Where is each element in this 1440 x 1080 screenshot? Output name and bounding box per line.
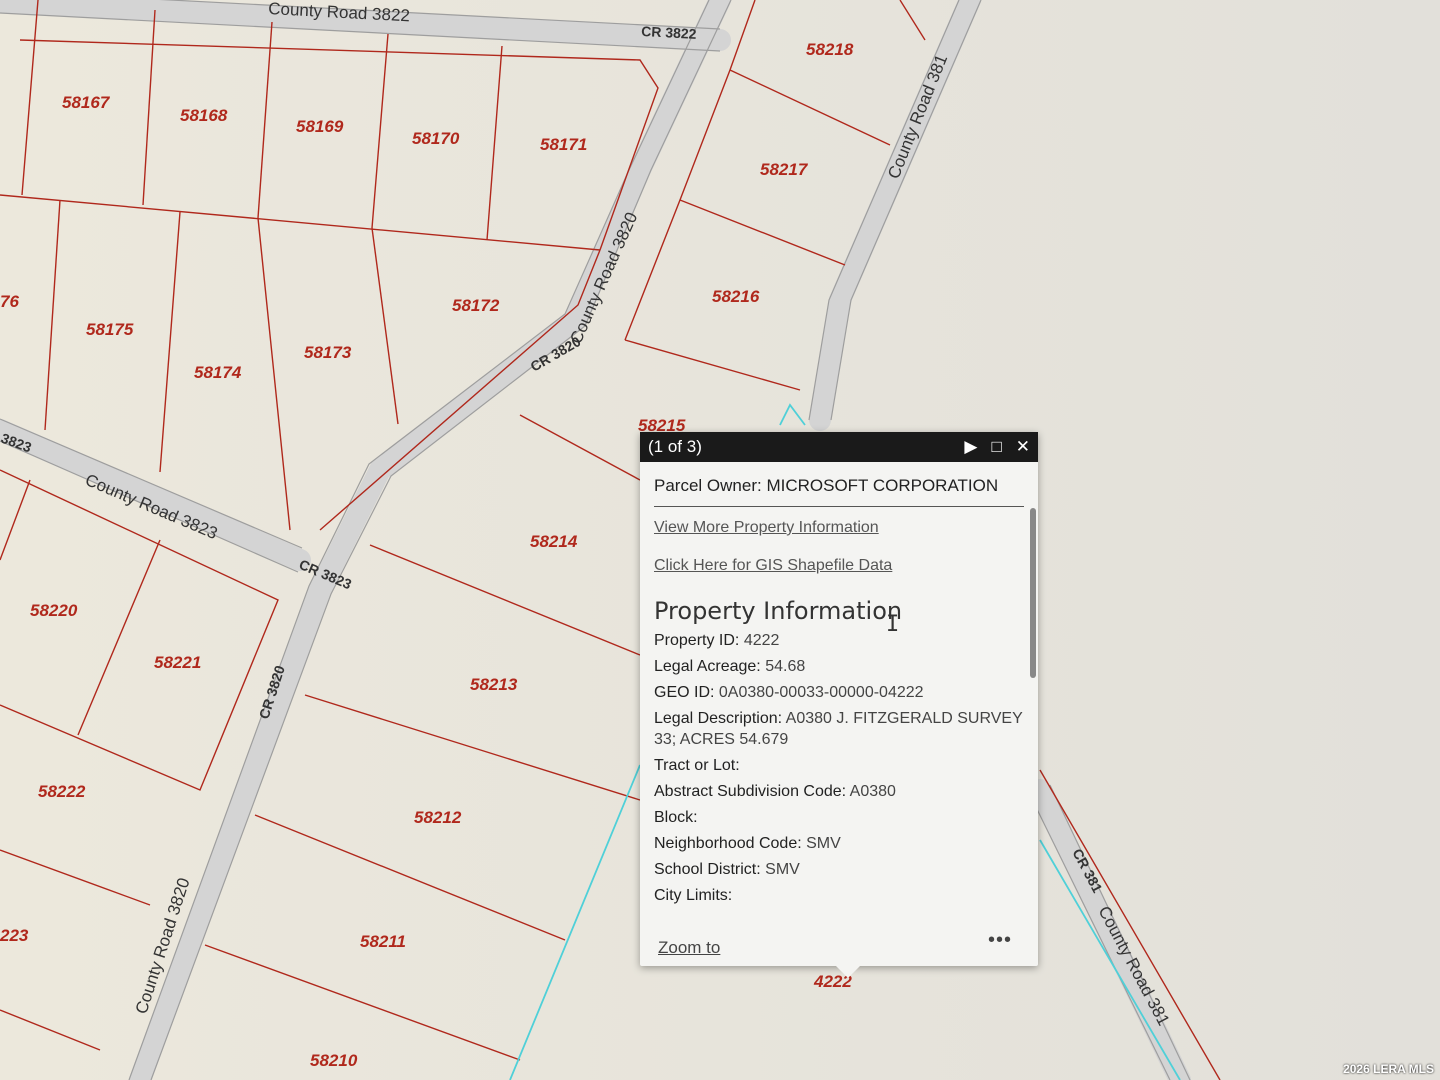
property-info-title: Property Information (654, 597, 903, 625)
popup-body[interactable]: Parcel Owner: MICROSOFT CORPORATION View… (640, 462, 1038, 956)
parcel-label: 76 (0, 292, 19, 311)
info-key: Legal Description: (654, 710, 783, 727)
info-row-block: Block: (654, 807, 1024, 828)
info-key: Property ID: (654, 632, 740, 649)
info-value: 54.68 (765, 658, 806, 675)
zoom-to-link[interactable]: Zoom to (658, 938, 720, 958)
info-key: GEO ID: (654, 684, 715, 701)
parcel-label: 58172 (452, 296, 500, 315)
close-icon[interactable]: ✕ (1016, 437, 1030, 457)
info-row-abstract-subdivision: Abstract Subdivision Code: A0380 (654, 781, 1024, 802)
parcel-label: 58174 (194, 363, 242, 382)
popup-scrollbar[interactable] (1030, 508, 1036, 678)
info-row-neighborhood-code: Neighborhood Code: SMV (654, 833, 1024, 854)
info-key: City Limits: (654, 887, 733, 904)
parcel-label: 58211 (360, 932, 406, 951)
popup-feature-count: (1 of 3) (648, 437, 702, 456)
info-key: School District: (654, 861, 761, 878)
parcel-label: 58175 (86, 320, 134, 339)
parcel-label: 58168 (180, 106, 228, 125)
gis-shapefile-link[interactable]: Click Here for GIS Shapefile Data (654, 557, 1024, 575)
view-more-property-link[interactable]: View More Property Information (654, 519, 1024, 537)
parcel-info-popup: (1 of 3) ▶ □ ✕ Parcel Owner: MICROSOFT C… (640, 432, 1038, 978)
parcel-label: 58173 (304, 343, 352, 362)
parcel-label: 58169 (296, 117, 344, 136)
maximize-icon[interactable]: □ (991, 437, 1001, 457)
parcel-label: 58213 (470, 675, 518, 694)
info-row-geo-id: GEO ID: 0A0380-00033-00000-04222 (654, 682, 1024, 703)
parcel-label: 58218 (806, 40, 854, 59)
parcel-label: 58171 (540, 135, 587, 154)
parcel-label: 58222 (38, 782, 86, 801)
property-info-list: Property ID: 4222 Legal Acreage: 54.68 G… (654, 630, 1024, 906)
parcel-label: 58216 (712, 287, 760, 306)
parcel-label: 58221 (154, 653, 201, 672)
info-row-legal-description: Legal Description: A0380 J. FITZGERALD S… (654, 708, 1024, 750)
parcel-label: 58167 (62, 93, 111, 112)
info-row-legal-acreage: Legal Acreage: 54.68 (654, 656, 1024, 677)
info-value: SMV (806, 835, 841, 852)
parcel-label: 58220 (30, 601, 78, 620)
info-key: Abstract Subdivision Code: (654, 783, 847, 800)
owner-label: Parcel Owner: (654, 476, 762, 495)
parcel-label: 58214 (530, 532, 578, 551)
info-value: 4222 (743, 632, 780, 649)
info-key: Block: (654, 809, 698, 826)
parcel-label: 223 (0, 926, 29, 945)
parcel-label: 58170 (412, 129, 460, 148)
info-key: Tract or Lot: (654, 757, 740, 774)
parcel-label: 58210 (310, 1051, 358, 1070)
road-label: CR 3822 (641, 23, 697, 42)
text-cursor-icon: I (886, 612, 900, 637)
next-feature-icon[interactable]: ▶ (964, 437, 977, 457)
owner-value: MICROSOFT CORPORATION (766, 476, 999, 495)
info-key: Legal Acreage: (654, 658, 761, 675)
parcel-owner: Parcel Owner: MICROSOFT CORPORATION (654, 476, 1024, 507)
popup-pointer (836, 966, 860, 978)
info-key: Neighborhood Code: (654, 835, 802, 852)
popup-header: (1 of 3) ▶ □ ✕ (640, 432, 1038, 462)
info-row-property-id: Property ID: 4222 (654, 630, 1024, 651)
info-value: SMV (765, 861, 800, 878)
parcel-label: 58212 (414, 808, 462, 827)
info-row-school-district: School District: SMV (654, 859, 1024, 880)
parcel-label: 58217 (760, 160, 809, 179)
more-options-icon[interactable]: ••• (988, 929, 1012, 952)
info-value: A0380 (849, 783, 896, 800)
info-row-tract-or-lot: Tract or Lot: (654, 755, 1024, 776)
info-value: 0A0380-00033-00000-04222 (718, 684, 924, 701)
watermark: 2026 LERA MLS (1343, 1062, 1434, 1076)
info-row-city-limits: City Limits: (654, 885, 1024, 906)
